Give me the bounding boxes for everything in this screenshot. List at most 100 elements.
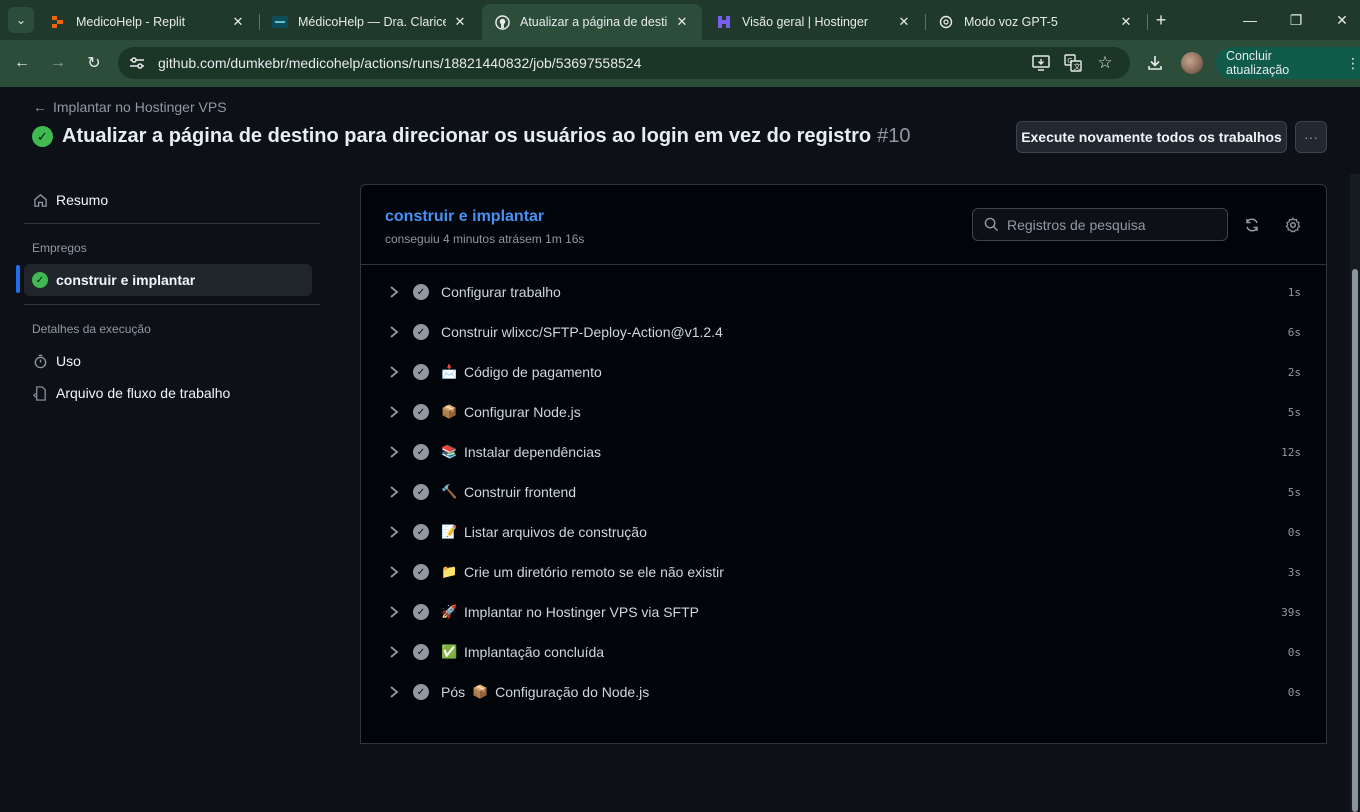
chevron-right-icon[interactable] [386, 364, 402, 380]
job-step-row[interactable]: ✓ ✅ Implantação concluída 0s [361, 632, 1326, 672]
step-emoji-icon: 📩 [441, 364, 458, 379]
scrollbar-thumb[interactable] [1352, 269, 1358, 812]
chevron-right-icon[interactable] [386, 404, 402, 420]
sidebar-item-job[interactable]: ✓ construir e implantar [24, 264, 312, 296]
profile-avatar[interactable] [1181, 52, 1203, 74]
sidebar-item-summary[interactable]: Resumo [24, 184, 312, 216]
job-step-row[interactable]: ✓ 📁 Crie um diretório remoto se ele não ex… [361, 552, 1326, 592]
job-step-row[interactable]: ✓ 📩 Código de pagamento 2s [361, 352, 1326, 392]
update-label: Concluir atualização [1226, 49, 1290, 77]
step-success-icon: ✓ [413, 284, 429, 300]
step-duration: 12s [1281, 445, 1301, 459]
search-logs-input[interactable] [1007, 216, 1217, 233]
step-label-text: Crie um diretório remoto se ele não exis… [464, 564, 724, 580]
step-duration: 0s [1287, 645, 1301, 659]
step-emoji-icon: 📦 [472, 684, 489, 699]
job-step-row[interactable]: ✓ Pós 📦 Configuração do Node.js 0s [361, 672, 1326, 712]
more-options-button[interactable]: ··· [1295, 121, 1327, 153]
tab-replit[interactable]: MedicoHelp - Replit ✕ [38, 4, 258, 40]
back-to-workflow-link[interactable]: ← Implantar no Hostinger VPS [33, 99, 227, 115]
restore-icon[interactable]: ❐ [1284, 8, 1308, 32]
chevron-right-icon[interactable] [386, 484, 402, 500]
address-bar[interactable]: github.com/dumkebr/medicohelp/actions/ru… [118, 47, 1130, 79]
job-step-row[interactable]: ✓ 📝 Listar arquivos de construção 0s [361, 512, 1326, 552]
chevron-right-icon[interactable] [386, 284, 402, 300]
chevron-right-icon[interactable] [386, 444, 402, 460]
chevron-right-icon[interactable] [386, 644, 402, 660]
tab-hostinger[interactable]: Visão geral | Hostinger ✕ [704, 4, 924, 40]
step-label: 📦 Configurar Node.js [441, 404, 581, 420]
step-label: 🔨 Construir frontend [441, 484, 576, 500]
job-name: construir e implantar [385, 208, 545, 225]
close-icon[interactable]: ✕ [674, 14, 690, 30]
step-label-text: Construir frontend [464, 484, 577, 500]
search-logs-field[interactable] [972, 208, 1228, 241]
github-icon [494, 14, 510, 30]
browser-tab-bar: ⌄ MedicoHelp - Replit ✕ MédicoHelp — Dra… [0, 0, 1360, 40]
close-icon[interactable]: ✕ [1118, 14, 1134, 30]
job-step-row[interactable]: ✓ 📚 Instalar dependências 12s [361, 432, 1326, 472]
job-step-row[interactable]: ✓ Construir wlixcc/SFTP-Deploy-Action@v1.… [361, 312, 1326, 352]
forward-icon[interactable]: → [47, 52, 69, 74]
sidebar-item-usage[interactable]: Uso [24, 345, 312, 377]
step-label: ✅ Implantação concluída [441, 644, 604, 660]
back-icon[interactable]: ← [11, 52, 33, 74]
reload-icon[interactable]: ↻ [83, 52, 105, 74]
translate-icon[interactable]: G文 [1062, 52, 1084, 74]
arrow-left-icon: ← [33, 99, 47, 115]
tab-github-actions[interactable]: Atualizar a página de destino ✕ [482, 4, 702, 40]
step-duration: 5s [1287, 485, 1301, 499]
page-scrollbar[interactable] [1350, 174, 1360, 812]
close-icon[interactable]: ✕ [452, 14, 468, 30]
step-success-icon: ✓ [413, 604, 429, 620]
step-duration: 2s [1287, 365, 1301, 379]
tab-gpt[interactable]: Modo voz GPT-5 ✕ [926, 4, 1146, 40]
update-button[interactable]: Concluir atualização ⋮ [1216, 47, 1360, 79]
sidebar-item-workflow-file[interactable]: Arquivo de fluxo de trabalho [24, 377, 312, 409]
step-label: 📝 Listar arquivos de construção [441, 524, 647, 540]
install-app-icon[interactable] [1030, 52, 1052, 74]
chevron-right-icon[interactable] [386, 684, 402, 700]
job-meta: conseguiu 4 minutos atrásem 1m 16s [385, 232, 585, 246]
job-step-row[interactable]: ✓ 🚀 Implantar no Hostinger VPS via SFTP 39s [361, 592, 1326, 632]
tab-title: Modo voz GPT-5 [964, 15, 1058, 29]
job-log-panel: construir e implantar conseguiu 4 minuto… [360, 184, 1327, 744]
sidebar-item-label: construir e implantar [56, 272, 196, 288]
back-link-label: Implantar no Hostinger VPS [53, 99, 227, 115]
job-step-row[interactable]: ✓ 📦 Configurar Node.js 5s [361, 392, 1326, 432]
job-step-row[interactable]: ✓ Configurar trabalho 1s [361, 272, 1326, 312]
gear-icon[interactable] [1283, 215, 1303, 235]
close-icon[interactable]: ✕ [896, 14, 912, 30]
sidebar-item-label: Uso [56, 353, 81, 369]
job-step-row[interactable]: ✓ 🔨 Construir frontend 5s [361, 472, 1326, 512]
browser-toolbar: ← → ↻ github.com/dumkebr/medicohelp/acti… [0, 40, 1360, 87]
step-label-text: Implantação concluída [464, 644, 605, 660]
step-label-text: Configurar Node.js [464, 404, 581, 420]
step-success-icon: ✓ [413, 444, 429, 460]
chevron-right-icon[interactable] [386, 524, 402, 540]
chevron-right-icon[interactable] [386, 564, 402, 580]
tab-medicohelp[interactable]: MédicoHelp — Dra. Clarice ✕ [260, 4, 480, 40]
active-item-marker [16, 265, 20, 293]
step-emoji-icon: 📝 [441, 524, 458, 539]
step-duration: 0s [1287, 685, 1301, 699]
step-label: Construir wlixcc/SFTP-Deploy-Action@v1.2… [441, 324, 723, 340]
step-success-icon: ✓ [413, 684, 429, 700]
kebab-menu-icon: ⋮ [1346, 54, 1360, 71]
close-icon[interactable]: ✕ [230, 14, 246, 30]
chevron-right-icon[interactable] [386, 604, 402, 620]
refresh-icon[interactable] [1242, 215, 1262, 235]
chevron-right-icon[interactable] [386, 324, 402, 340]
site-info-icon[interactable] [126, 52, 148, 74]
downloads-icon[interactable] [1144, 52, 1166, 74]
rerun-all-jobs-button[interactable]: Execute novamente todos os trabalhos [1016, 121, 1287, 153]
page-title-row: ✓ Atualizar a página de destino para dir… [32, 125, 910, 148]
close-window-icon[interactable]: ✕ [1330, 8, 1354, 32]
step-label: 📁 Crie um diretório remoto se ele não exi… [441, 564, 724, 580]
bookmark-star-icon[interactable]: ☆ [1094, 52, 1116, 74]
tab-search-button[interactable]: ⌄ [8, 7, 34, 33]
step-success-icon: ✓ [413, 324, 429, 340]
step-label-text: Configurar trabalho [441, 284, 561, 300]
new-tab-button[interactable]: + [1150, 9, 1172, 31]
minimize-icon[interactable]: — [1238, 8, 1262, 32]
